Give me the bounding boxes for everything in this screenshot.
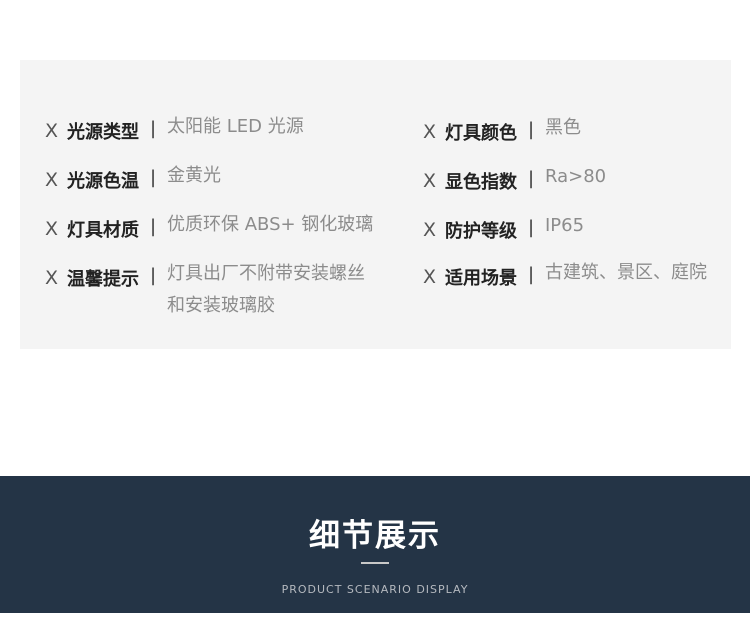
x-mark-icon: X: [45, 267, 59, 289]
spec-separator: |: [150, 167, 157, 188]
spec-value: 太阳能 LED 光源: [167, 116, 304, 137]
spec-label: 光源类型: [67, 122, 139, 143]
spec-value: 灯具出厂不附带安装螺丝和安装玻璃胶: [167, 263, 365, 316]
spec-value: 黑色: [545, 117, 581, 138]
spec-label: 灯具材质: [67, 220, 139, 241]
spec-value: 优质环保 ABS+ 钢化玻璃: [167, 214, 374, 235]
spec-value: IP65: [545, 215, 585, 236]
spec-label: 防护等级: [445, 221, 517, 242]
spec-separator: |: [150, 265, 157, 286]
spec-label: 温馨提示: [67, 269, 139, 290]
x-mark-icon: X: [45, 169, 59, 191]
spec-label: 光源色温: [67, 171, 139, 192]
spec-separator: |: [528, 119, 535, 140]
detail-banner: 细节展示 PRODUCT SCENARIO DISPLAY: [0, 476, 750, 613]
x-mark-icon: X: [423, 219, 437, 241]
spec-separator: |: [150, 118, 157, 139]
spec-label: 适用场景: [445, 268, 517, 289]
section-subtitle: PRODUCT SCENARIO DISPLAY: [281, 583, 469, 596]
spec-value: 古建筑、景区、庭院: [545, 262, 707, 283]
spec-label: 显色指数: [445, 172, 517, 193]
x-mark-icon: X: [423, 121, 437, 143]
spec-panel: X 光源类型 | 太阳能 LED 光源 X 光源色温 | 金黄光 X 灯具材质 …: [20, 60, 731, 349]
x-mark-icon: X: [45, 120, 59, 142]
spec-separator: |: [528, 168, 535, 189]
title-divider: [361, 562, 389, 564]
spec-value: Ra>80: [545, 166, 607, 187]
x-mark-icon: X: [423, 170, 437, 192]
section-title: 细节展示: [309, 518, 441, 554]
x-mark-icon: X: [45, 218, 59, 240]
spec-value: 金黄光: [167, 165, 221, 186]
spec-separator: |: [150, 216, 157, 237]
spec-separator: |: [528, 264, 535, 285]
spec-separator: |: [528, 217, 535, 238]
x-mark-icon: X: [423, 266, 437, 288]
spec-label: 灯具颜色: [445, 123, 517, 144]
